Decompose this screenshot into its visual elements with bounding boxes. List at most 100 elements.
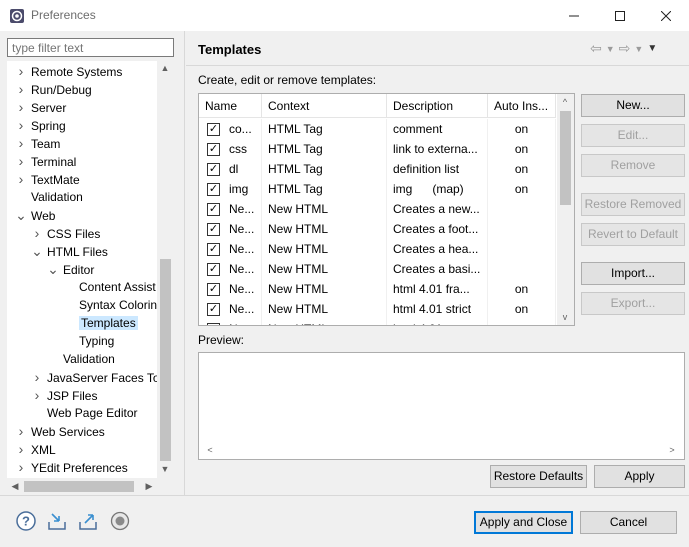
forward-menu-chevron-icon[interactable]: ▼ — [634, 40, 643, 58]
scroll-left-arrow-icon[interactable]: ◀ — [8, 479, 22, 493]
tree-item[interactable]: › CSS Files — [31, 224, 101, 242]
tree-item[interactable]: Syntax Coloring — [63, 296, 164, 314]
apply-button[interactable]: Apply — [594, 465, 685, 488]
table-row[interactable]: ✓ css HTML Tag link to externa... on — [199, 139, 556, 159]
scroll-up-arrow-icon[interactable]: ▲ — [158, 61, 172, 75]
collapsed-chevron-icon[interactable]: › — [15, 80, 27, 98]
remove-button[interactable]: Remove — [581, 154, 685, 177]
import-button[interactable]: Import... — [581, 262, 685, 285]
scroll-down-arrow-icon[interactable]: ▼ — [158, 462, 172, 476]
tree-item[interactable]: Typing — [63, 332, 114, 350]
restore-defaults-button[interactable]: Restore Defaults — [490, 465, 587, 488]
enabled-checkbox[interactable]: ✓ — [207, 143, 220, 156]
enabled-checkbox[interactable]: ✓ — [207, 323, 220, 325]
table-row[interactable]: ✓ Ne... New HTML Creates a basi... — [199, 259, 556, 279]
record-icon[interactable] — [109, 510, 131, 532]
table-scroll-down-icon[interactable]: v — [558, 310, 572, 324]
cancel-button[interactable]: Cancel — [580, 511, 677, 534]
expanded-chevron-icon[interactable]: ⌄ — [47, 260, 59, 278]
collapsed-chevron-icon[interactable]: › — [31, 386, 43, 404]
collapsed-chevron-icon[interactable]: › — [15, 458, 27, 476]
tree-item[interactable]: › JavaServer Faces Tools — [31, 368, 174, 386]
enabled-checkbox[interactable]: ✓ — [207, 283, 220, 296]
tree-item[interactable]: › YEdit Preferences — [15, 458, 128, 476]
tree-item[interactable]: Templates — [63, 314, 138, 332]
forward-arrow-icon[interactable]: ⇨ — [619, 40, 631, 58]
tree-item[interactable]: ⌄ Editor — [47, 260, 94, 278]
tree-item[interactable]: › Spring — [15, 116, 66, 134]
scroll-right-arrow-icon[interactable]: ▶ — [142, 479, 156, 493]
tree-vertical-scroll-thumb[interactable] — [160, 259, 171, 461]
collapsed-chevron-icon[interactable]: › — [15, 440, 27, 458]
back-arrow-icon[interactable]: ⇦ — [590, 40, 602, 58]
export-button[interactable]: Export... — [581, 292, 685, 315]
expanded-chevron-icon[interactable]: ⌄ — [31, 242, 43, 260]
maximize-button[interactable] — [597, 0, 643, 31]
enabled-checkbox[interactable]: ✓ — [207, 123, 220, 136]
preview-scroll-right-icon[interactable]: > — [665, 443, 679, 457]
enabled-checkbox[interactable]: ✓ — [207, 303, 220, 316]
import-icon[interactable] — [46, 510, 68, 532]
tree-item[interactable]: › Web Services — [15, 422, 105, 440]
enabled-checkbox[interactable]: ✓ — [207, 223, 220, 236]
tree-item[interactable]: › Remote Systems — [15, 62, 123, 80]
column-header-description[interactable]: Description — [387, 94, 488, 118]
enabled-checkbox[interactable]: ✓ — [207, 263, 220, 276]
export-icon[interactable] — [77, 510, 99, 532]
enabled-checkbox[interactable]: ✓ — [207, 243, 220, 256]
collapsed-chevron-icon[interactable]: › — [15, 116, 27, 134]
table-scroll-up-icon[interactable]: ^ — [558, 95, 572, 109]
tree-item[interactable]: › Terminal — [15, 152, 77, 170]
table-row[interactable]: ✓ Ne... New HTML Creates a foot... — [199, 219, 556, 239]
preview-scroll-left-icon[interactable]: < — [203, 443, 217, 457]
preference-tree[interactable]: › Remote Systems › Run/Debug › Server › Spring ›… — [7, 61, 174, 480]
collapsed-chevron-icon[interactable]: › — [15, 422, 27, 440]
enabled-checkbox[interactable]: ✓ — [207, 203, 220, 216]
edit-button[interactable]: Edit... — [581, 124, 685, 147]
table-row[interactable]: ✓ Ne... New HTML Creates a hea... — [199, 239, 556, 259]
tree-item[interactable]: Validation — [47, 350, 115, 368]
collapsed-chevron-icon[interactable]: › — [15, 98, 27, 116]
tree-item[interactable]: ⌄ HTML Files — [31, 242, 108, 260]
tree-item[interactable]: Content Assist — [63, 278, 156, 296]
column-header-name[interactable]: Name — [199, 94, 262, 118]
table-vertical-scroll-thumb[interactable] — [560, 111, 571, 205]
column-header-context[interactable]: Context — [262, 94, 387, 118]
tree-item[interactable]: › Run/Debug — [15, 80, 92, 98]
tree-item[interactable]: › JSP Files — [31, 386, 98, 404]
collapsed-chevron-icon[interactable]: › — [15, 62, 27, 80]
enabled-checkbox[interactable]: ✓ — [207, 163, 220, 176]
table-row[interactable]: ✓ Ne... New HTML html 4.01 t... — [199, 319, 556, 325]
tree-horizontal-scroll-thumb[interactable] — [24, 481, 134, 492]
revert-to-default-button[interactable]: Revert to Default — [581, 223, 685, 246]
tree-item[interactable]: › Team — [15, 134, 61, 152]
collapsed-chevron-icon[interactable]: › — [15, 134, 27, 152]
preview-area[interactable]: < > — [198, 352, 685, 460]
minimize-button[interactable] — [551, 0, 597, 31]
view-menu-icon[interactable]: ▼ — [647, 40, 657, 58]
table-row[interactable]: ✓ co... HTML Tag comment on — [199, 119, 556, 139]
tree-item[interactable]: › TextMate — [15, 170, 80, 188]
table-row[interactable]: ✓ Ne... New HTML html 4.01 strict on — [199, 299, 556, 319]
table-row[interactable]: ✓ dl HTML Tag definition list on — [199, 159, 556, 179]
tree-item[interactable]: ⌄ Web — [15, 206, 55, 224]
new-button[interactable]: New... — [581, 94, 685, 117]
restore-removed-button[interactable]: Restore Removed — [581, 193, 685, 216]
enabled-checkbox[interactable]: ✓ — [207, 183, 220, 196]
collapsed-chevron-icon[interactable]: › — [31, 224, 43, 242]
back-menu-chevron-icon[interactable]: ▼ — [606, 40, 615, 58]
help-icon[interactable]: ? — [15, 510, 37, 532]
column-header-auto-insert[interactable]: Auto Ins... — [488, 94, 556, 118]
table-row[interactable]: ✓ img HTML Tag img (map) on — [199, 179, 556, 199]
close-button[interactable] — [643, 0, 689, 31]
collapsed-chevron-icon[interactable]: › — [15, 152, 27, 170]
tree-item[interactable]: Web Page Editor — [31, 404, 138, 422]
collapsed-chevron-icon[interactable]: › — [15, 170, 27, 188]
templates-table[interactable]: Name Context Description Auto Ins... ✓ co… — [198, 93, 575, 326]
expanded-chevron-icon[interactable]: ⌄ — [15, 206, 27, 224]
tree-item[interactable]: › XML — [15, 440, 56, 458]
tree-item[interactable]: › Server — [15, 98, 67, 116]
collapsed-chevron-icon[interactable]: › — [31, 368, 43, 386]
table-row[interactable]: ✓ Ne... New HTML Creates a new... — [199, 199, 556, 219]
tree-item[interactable]: Validation — [15, 188, 83, 206]
